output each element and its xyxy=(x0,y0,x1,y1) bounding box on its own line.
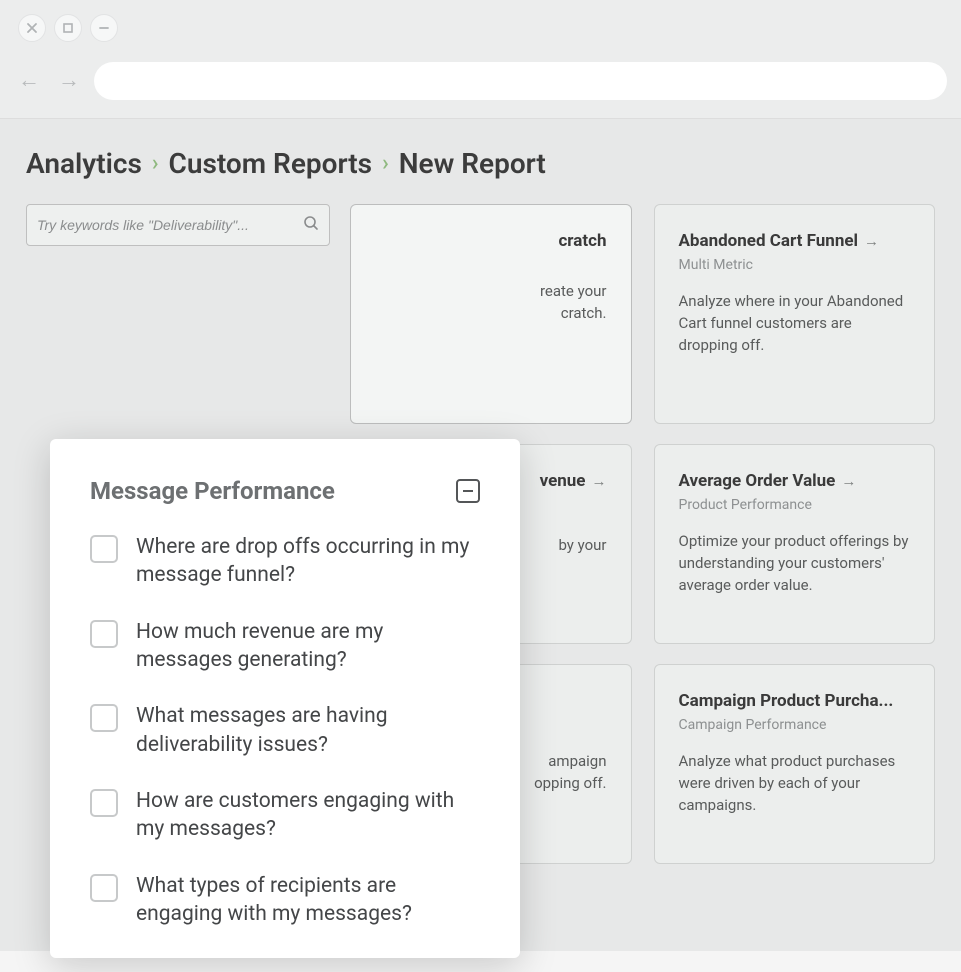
breadcrumb-item[interactable]: Analytics xyxy=(26,147,142,180)
checkbox[interactable] xyxy=(90,704,118,732)
breadcrumb-item: New Report xyxy=(399,147,546,180)
filter-label: What messages are having deliverability … xyxy=(136,702,480,759)
browser-chrome: ← → xyxy=(0,0,961,119)
filter-label: Where are drop offs occurring in my mess… xyxy=(136,533,480,590)
titlebar xyxy=(0,0,961,54)
card-subtitle: Campaign Performance xyxy=(679,717,911,733)
report-card-aov[interactable]: Average Order Value → Product Performanc… xyxy=(654,444,936,644)
card-description: Analyze where in your Abandoned Cart fun… xyxy=(679,291,911,356)
nav-forward-button[interactable]: → xyxy=(54,66,84,96)
nav-back-button[interactable]: ← xyxy=(14,66,44,96)
filter-option[interactable]: How much revenue are my messages generat… xyxy=(90,618,480,675)
window-minimize-button[interactable] xyxy=(90,14,118,42)
card-description: reate your cratch. xyxy=(375,281,607,325)
collapse-button[interactable] xyxy=(456,479,480,503)
card-title: Average Order Value → xyxy=(679,471,911,491)
page-content: Analytics › Custom Reports › New Report … xyxy=(0,119,961,951)
minimize-icon xyxy=(98,22,110,34)
card-subtitle: Product Performance xyxy=(679,497,911,513)
breadcrumb-item[interactable]: Custom Reports xyxy=(169,147,373,180)
report-card-abandoned-cart[interactable]: Abandoned Cart Funnel → Multi Metric Ana… xyxy=(654,204,936,424)
search-input[interactable] xyxy=(37,217,303,233)
card-title: cratch xyxy=(375,231,607,251)
checkbox[interactable] xyxy=(90,535,118,563)
filter-option[interactable]: What messages are having deliverability … xyxy=(90,702,480,759)
checkbox[interactable] xyxy=(90,874,118,902)
url-input[interactable] xyxy=(94,62,947,100)
search-icon xyxy=(303,215,319,235)
card-title: Abandoned Cart Funnel → xyxy=(679,231,911,251)
report-card-campaign-product[interactable]: Campaign Product Purcha... Campaign Perf… xyxy=(654,664,936,864)
search-box[interactable] xyxy=(26,204,330,246)
filter-dropdown: Message Performance Where are drop offs … xyxy=(50,439,520,958)
filter-option[interactable]: Where are drop offs occurring in my mess… xyxy=(90,533,480,590)
card-subtitle: Multi Metric xyxy=(679,257,911,273)
window-restore-button[interactable] xyxy=(54,14,82,42)
dropdown-title: Message Performance xyxy=(90,477,335,505)
close-icon xyxy=(26,22,38,34)
report-card-scratch[interactable]: cratch reate your cratch. xyxy=(350,204,632,424)
card-description: Analyze what product purchases were driv… xyxy=(679,751,911,816)
restore-icon xyxy=(62,22,74,34)
checkbox[interactable] xyxy=(90,620,118,648)
address-bar: ← → xyxy=(0,54,961,118)
card-description: Optimize your product offerings by under… xyxy=(679,531,911,596)
arrow-right-icon: → xyxy=(592,472,607,490)
checkbox[interactable] xyxy=(90,789,118,817)
card-title: Campaign Product Purcha... xyxy=(679,691,911,711)
chevron-right-icon: › xyxy=(152,151,159,176)
filter-label: How much revenue are my messages generat… xyxy=(136,618,480,675)
filter-option[interactable]: What types of recipients are engaging wi… xyxy=(90,872,480,929)
filter-label: What types of recipients are engaging wi… xyxy=(136,872,480,929)
window-close-button[interactable] xyxy=(18,14,46,42)
breadcrumb: Analytics › Custom Reports › New Report xyxy=(26,139,935,204)
chevron-right-icon: › xyxy=(382,151,389,176)
filter-label: How are customers engaging with my messa… xyxy=(136,787,480,844)
arrow-right-icon: → xyxy=(864,232,879,250)
filter-option[interactable]: How are customers engaging with my messa… xyxy=(90,787,480,844)
arrow-right-icon: → xyxy=(841,472,856,490)
